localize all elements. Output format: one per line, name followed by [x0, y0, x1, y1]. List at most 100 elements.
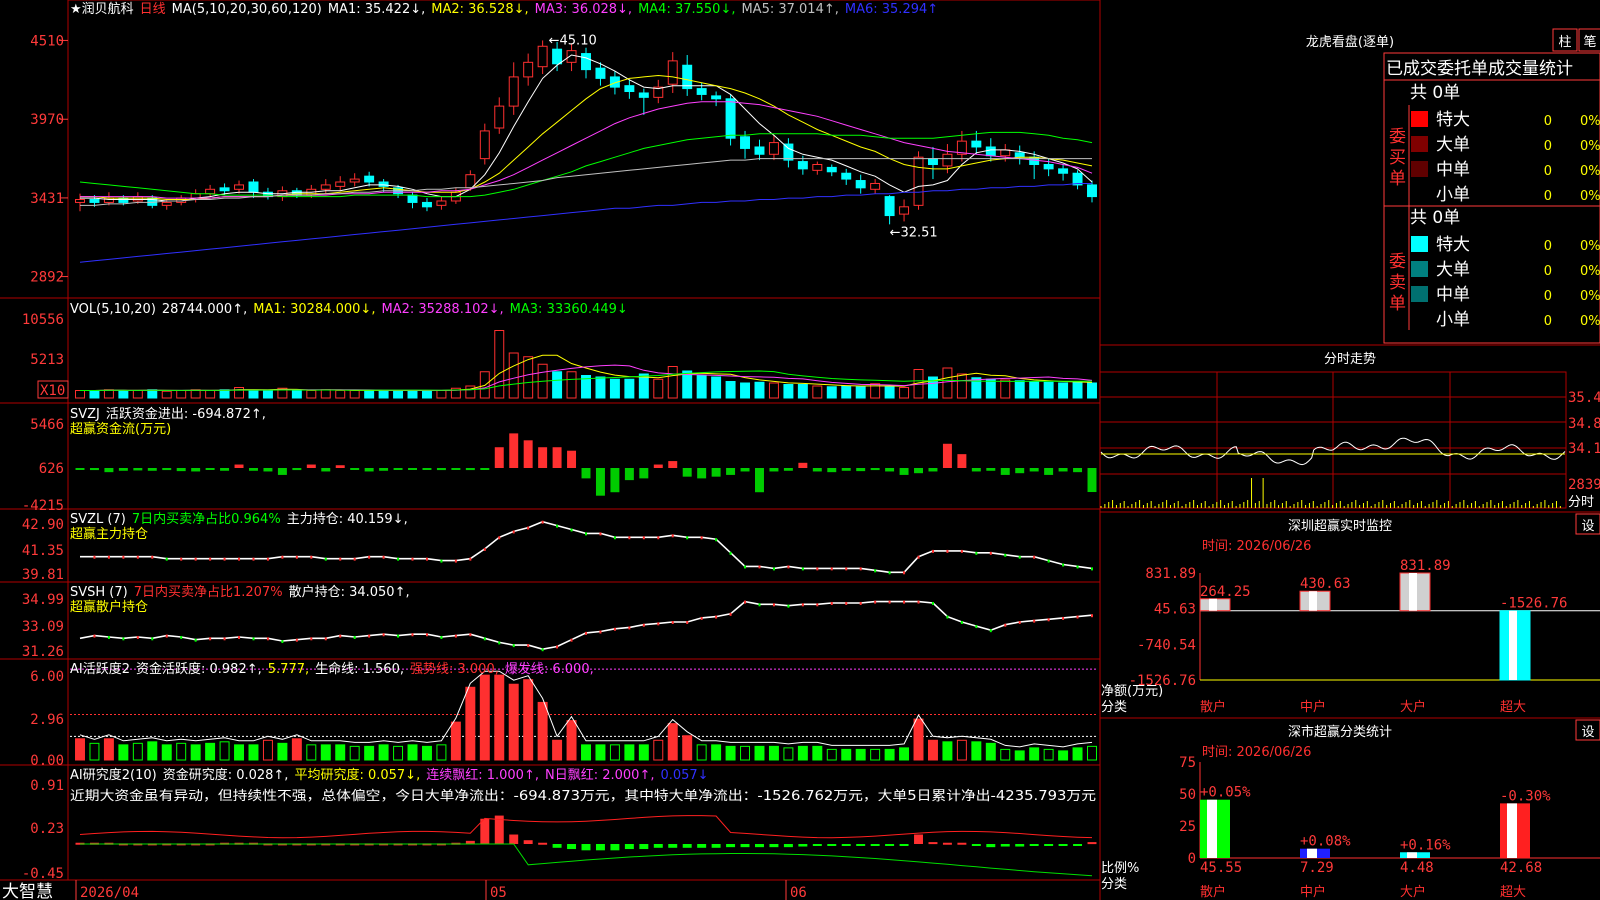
sell-row-count: 0	[1544, 289, 1552, 304]
svsh-dot	[339, 634, 342, 638]
price-tick: 4510	[30, 33, 64, 49]
sell-row-pct: 0%	[1580, 264, 1600, 279]
main-header-item: MA6: 35.294↑	[845, 2, 938, 17]
net-unit-label: 净额(万元)	[1101, 684, 1163, 699]
candle-body	[638, 92, 649, 98]
volume-tick: 10556	[22, 312, 64, 328]
ai-active-panel[interactable]	[70, 668, 1098, 761]
svzj-bar	[856, 468, 866, 472]
svsh-dot	[874, 600, 877, 604]
ai-active-tick: 2.96	[30, 712, 64, 728]
svzl-dot	[498, 536, 501, 540]
monitor-settings-label[interactable]: 设	[1581, 519, 1594, 534]
svzl-line	[80, 520, 1093, 574]
svsh-dot	[209, 637, 212, 641]
date-label: 06	[790, 885, 807, 900]
ai-research-header-item: 平均研究度: 0.057↓,	[294, 767, 420, 783]
svzl-dot	[556, 524, 559, 528]
svzl-dot	[1062, 563, 1065, 567]
volume-bar	[364, 390, 375, 399]
svzj-bar	[220, 468, 230, 471]
ai-active-bar	[494, 674, 505, 761]
svzl-dot	[310, 555, 313, 559]
ai-active-bar	[1043, 748, 1054, 761]
ai-research-tick: 0.23	[30, 821, 64, 837]
ai-research-bar	[639, 844, 649, 850]
svzl-dot	[960, 549, 963, 553]
svzj-bar	[234, 464, 244, 468]
svzl-dot	[686, 536, 689, 540]
ai-research-bar	[1058, 844, 1068, 846]
ai-research-panel[interactable]	[75, 815, 1097, 877]
svsh-tick: 34.99	[22, 592, 64, 608]
svzl-dot	[1091, 567, 1093, 571]
ma-line-ma3	[80, 101, 1093, 199]
main-candlestick-panel[interactable]: ←45.10 ←32.51	[75, 33, 1097, 263]
svsh-dot	[715, 615, 718, 619]
sz-classify-time: 时间: 2026/06/26	[1202, 745, 1311, 760]
ai-active-bar	[841, 748, 852, 761]
ai-research-bar	[971, 844, 981, 846]
svzl-panel[interactable]	[80, 520, 1093, 575]
sz-classify-value: 7.29	[1300, 860, 1334, 876]
svzj-bar	[118, 468, 128, 471]
main-header-item: ★润贝航科	[70, 1, 134, 17]
sz-monitor-value: -1526.76	[1500, 596, 1567, 612]
bar-mode-label[interactable]: 柱	[1558, 35, 1571, 50]
candle-body	[581, 53, 591, 71]
ai-research-bar	[1073, 844, 1083, 846]
buy-row-pct: 0%	[1580, 189, 1600, 204]
ai-active-bar	[913, 718, 924, 761]
svzl-dot	[281, 555, 284, 559]
ai-active-bar	[899, 747, 910, 761]
volume-bar	[508, 352, 519, 399]
tick-mode-label[interactable]: 笔	[1583, 34, 1596, 50]
svzj-bar	[740, 468, 750, 472]
svzl-dot	[1047, 559, 1050, 563]
sz-monitor-bar-highlight	[1209, 598, 1217, 611]
sell-side-label: 委	[1389, 252, 1406, 272]
volume-panel[interactable]	[75, 330, 1097, 399]
svzj-bar	[653, 464, 663, 468]
ai-active-bar	[667, 723, 678, 761]
svsh-header-item: SVSH (7)	[70, 585, 128, 600]
candle-body	[812, 163, 823, 171]
ai-active-bar	[711, 744, 722, 761]
candle-body	[624, 85, 635, 93]
ai-active-bar	[118, 744, 129, 761]
svzl-dot	[642, 536, 645, 540]
candle-body	[754, 146, 765, 155]
buy-swatch	[1411, 161, 1428, 177]
svsh-panel[interactable]	[79, 600, 1093, 652]
ai-research-header-item: N日飘红: 2.000↑,	[545, 767, 654, 783]
sz-monitor-category: 散户	[1200, 699, 1226, 715]
sell-side-label: 卖	[1389, 273, 1406, 293]
svzj-bar	[726, 468, 736, 475]
svzj-panel[interactable]	[75, 433, 1097, 496]
svzl-dot	[469, 557, 472, 561]
svzj-bar	[205, 468, 215, 470]
ai-research-bar	[697, 844, 707, 848]
ma-line-ma4	[79, 131, 1093, 198]
ai-research-bar	[885, 844, 895, 846]
classify-settings-label[interactable]: 设	[1581, 725, 1594, 740]
ai-active-bar	[552, 739, 563, 761]
sz-classify-tick: 25	[1179, 819, 1196, 835]
svsh-dot	[122, 637, 125, 641]
svsh-dot	[1091, 614, 1093, 618]
ai-active-bar	[277, 742, 288, 761]
volume-bar	[1000, 379, 1011, 399]
buy-row-count: 0	[1544, 164, 1552, 179]
ai-research-bar	[1044, 844, 1054, 846]
svsh-dot	[483, 637, 486, 641]
ai-active-bar	[956, 739, 967, 761]
ai-research-bar	[1015, 844, 1025, 847]
ai-research-bar	[783, 844, 793, 848]
svsh-dot	[281, 640, 284, 644]
svsh-dot	[917, 600, 920, 604]
stock-chart-canvas[interactable]: ←45.10 ←32.51 4510 3970 3431 2892 10556 5213 X1…	[0, 0, 1600, 900]
candle-body	[494, 105, 505, 129]
ai-active-bar	[479, 674, 490, 761]
volume-bar	[797, 384, 808, 399]
svsh-dot	[382, 633, 385, 637]
